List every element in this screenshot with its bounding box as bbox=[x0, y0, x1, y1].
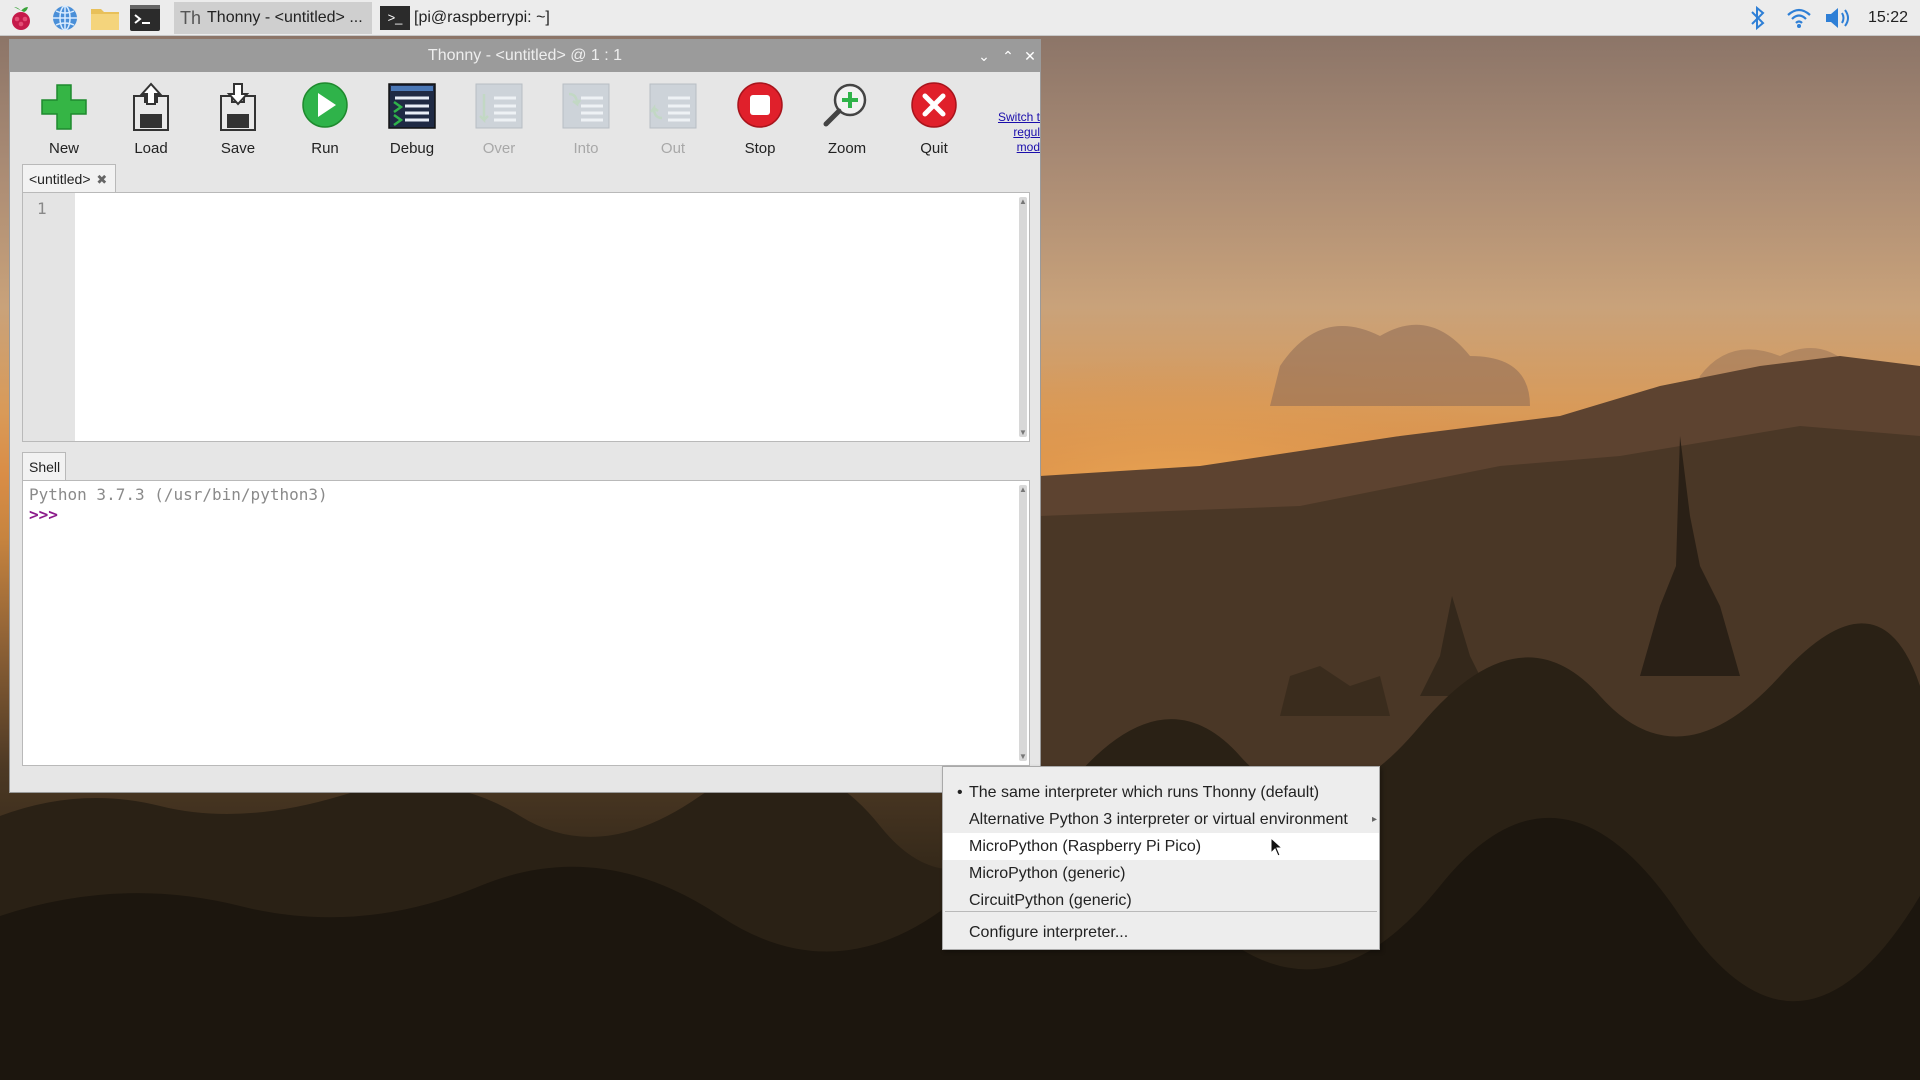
load-icon bbox=[133, 82, 169, 131]
shell-prompt: >>> bbox=[29, 505, 58, 524]
step-out-label: Out bbox=[660, 140, 686, 157]
step-over-icon bbox=[475, 83, 523, 129]
load-label: Load bbox=[134, 140, 168, 157]
minimize-icon[interactable]: ⌄ bbox=[974, 46, 994, 66]
wifi-icon[interactable] bbox=[1786, 0, 1812, 36]
stop-label: Stop bbox=[744, 140, 776, 157]
step-out-icon bbox=[649, 83, 697, 129]
terminal-icon: >_ bbox=[380, 6, 410, 30]
clock[interactable]: 15:22 bbox=[1868, 0, 1908, 36]
zoom-icon bbox=[823, 83, 867, 127]
debug-button[interactable]: Debug bbox=[372, 78, 452, 178]
close-tab-icon[interactable]: ✖ bbox=[96, 172, 107, 187]
raspberry-menu-icon[interactable] bbox=[6, 3, 36, 33]
debug-icon bbox=[388, 83, 436, 129]
browser-icon[interactable] bbox=[50, 3, 80, 33]
taskbar-terminal[interactable]: >_ [pi@raspberrypi: ~] bbox=[374, 2, 574, 34]
switch-mode-link-line-2: regul bbox=[1013, 125, 1040, 139]
window-title: Thonny - <untitled> @ 1 : 1 bbox=[427, 47, 623, 64]
menu-item-label: CircuitPython (generic) bbox=[969, 892, 1132, 909]
menu-item-label: The same interpreter which runs Thonny (… bbox=[969, 784, 1320, 801]
taskbar: Th Thonny - <untitled> ... >_ [pi@raspbe… bbox=[0, 0, 1920, 36]
quit-button[interactable]: Quit bbox=[894, 78, 974, 178]
scroll-up-icon[interactable]: ▲ bbox=[1019, 197, 1027, 206]
new-button[interactable]: New bbox=[24, 78, 104, 178]
menu-item-default-interpreter[interactable]: • The same interpreter which runs Thonny… bbox=[943, 779, 1379, 806]
new-file-icon bbox=[41, 84, 87, 130]
save-label: Save bbox=[220, 140, 256, 157]
step-out-button[interactable]: Out bbox=[633, 78, 713, 178]
step-over-label: Over bbox=[482, 140, 516, 157]
save-button[interactable]: Save bbox=[198, 78, 278, 178]
line-number: 1 bbox=[37, 199, 47, 218]
file-manager-icon[interactable] bbox=[90, 3, 120, 33]
zoom-label: Zoom bbox=[827, 140, 867, 157]
submenu-arrow-icon: ▸ bbox=[1371, 814, 1377, 825]
shell-tab-label: Shell bbox=[29, 459, 61, 475]
editor-scrollbar[interactable]: ▲ ▼ bbox=[1019, 197, 1027, 437]
scroll-down-icon[interactable]: ▼ bbox=[1019, 428, 1027, 437]
interpreter-menu: • The same interpreter which runs Thonny… bbox=[942, 766, 1380, 950]
mouse-cursor-icon bbox=[1270, 837, 1284, 857]
window-titlebar[interactable]: Thonny - <untitled> @ 1 : 1 ⌄ ⌃ ✕ bbox=[10, 40, 1040, 72]
stop-icon bbox=[737, 82, 783, 128]
menu-separator bbox=[945, 911, 1377, 912]
new-label: New bbox=[48, 140, 79, 157]
tab-shell[interactable]: Shell bbox=[22, 452, 66, 480]
tab-untitled[interactable]: <untitled> ✖ bbox=[22, 164, 116, 192]
taskbar-terminal-label: [pi@raspberrypi: ~] bbox=[414, 9, 550, 26]
thonny-window: Thonny - <untitled> @ 1 : 1 ⌄ ⌃ ✕ New Lo… bbox=[10, 40, 1040, 792]
switch-mode-link[interactable]: Switch t regul mod bbox=[978, 110, 1040, 155]
bluetooth-icon[interactable] bbox=[1748, 0, 1768, 36]
run-button[interactable]: Run bbox=[285, 78, 365, 178]
menu-item-label: Alternative Python 3 interpreter or virt… bbox=[969, 811, 1348, 828]
terminal-icon[interactable] bbox=[130, 3, 160, 33]
menu-item-configure-interpreter[interactable]: Configure interpreter... bbox=[943, 919, 1379, 946]
quit-icon bbox=[911, 82, 957, 128]
run-label: Run bbox=[311, 140, 339, 157]
close-icon[interactable]: ✕ bbox=[1020, 46, 1040, 66]
volume-icon[interactable] bbox=[1824, 0, 1852, 36]
selected-bullet-icon: • bbox=[957, 784, 963, 801]
shell-scrollbar[interactable]: ▲ ▼ bbox=[1019, 485, 1027, 761]
load-button[interactable]: Load bbox=[111, 78, 191, 178]
shell-banner: Python 3.7.3 (/usr/bin/python3) bbox=[29, 485, 328, 504]
menu-item-micropython-generic[interactable]: MicroPython (generic) bbox=[943, 860, 1379, 887]
quit-label: Quit bbox=[920, 140, 948, 157]
taskbar-thonny-label: Thonny - <untitled> ... bbox=[207, 9, 363, 26]
stop-button[interactable]: Stop bbox=[720, 78, 800, 178]
shell-panel[interactable]: Python 3.7.3 (/usr/bin/python3) >>> ▲ ▼ bbox=[22, 480, 1030, 766]
code-editor[interactable]: 1 ▲ ▼ bbox=[22, 192, 1030, 442]
editor-tab-label: <untitled> bbox=[29, 171, 91, 187]
switch-mode-link-line-3: mod bbox=[1016, 140, 1040, 154]
step-into-button[interactable]: Into bbox=[546, 78, 626, 178]
thonny-icon: Th bbox=[180, 7, 202, 28]
step-over-button[interactable]: Over bbox=[459, 78, 539, 178]
step-into-icon bbox=[562, 83, 610, 129]
menu-item-micropython-pico[interactable]: MicroPython (Raspberry Pi Pico) bbox=[943, 833, 1379, 860]
menu-item-label: MicroPython (generic) bbox=[969, 865, 1126, 882]
taskbar-thonny[interactable]: Th Thonny - <untitled> ... bbox=[174, 2, 372, 34]
step-into-label: Into bbox=[573, 140, 599, 157]
line-number-gutter: 1 bbox=[23, 193, 75, 441]
maximize-icon[interactable]: ⌃ bbox=[998, 46, 1018, 66]
menu-item-label: MicroPython (Raspberry Pi Pico) bbox=[969, 838, 1202, 855]
menu-item-alternative-python[interactable]: Alternative Python 3 interpreter or virt… bbox=[943, 806, 1379, 833]
menu-item-label: Configure interpreter... bbox=[969, 924, 1129, 941]
debug-label: Debug bbox=[389, 140, 435, 157]
switch-mode-link-line-1: Switch t bbox=[997, 110, 1040, 124]
menu-item-circuitpython[interactable]: CircuitPython (generic) bbox=[943, 887, 1379, 914]
zoom-button[interactable]: Zoom bbox=[807, 78, 887, 178]
run-icon bbox=[302, 82, 348, 128]
scroll-up-icon[interactable]: ▲ bbox=[1019, 485, 1027, 494]
save-icon bbox=[220, 83, 256, 131]
toolbar: New Load Save Run Debug Over Into Out St… bbox=[10, 72, 1040, 192]
scroll-down-icon[interactable]: ▼ bbox=[1019, 752, 1027, 761]
